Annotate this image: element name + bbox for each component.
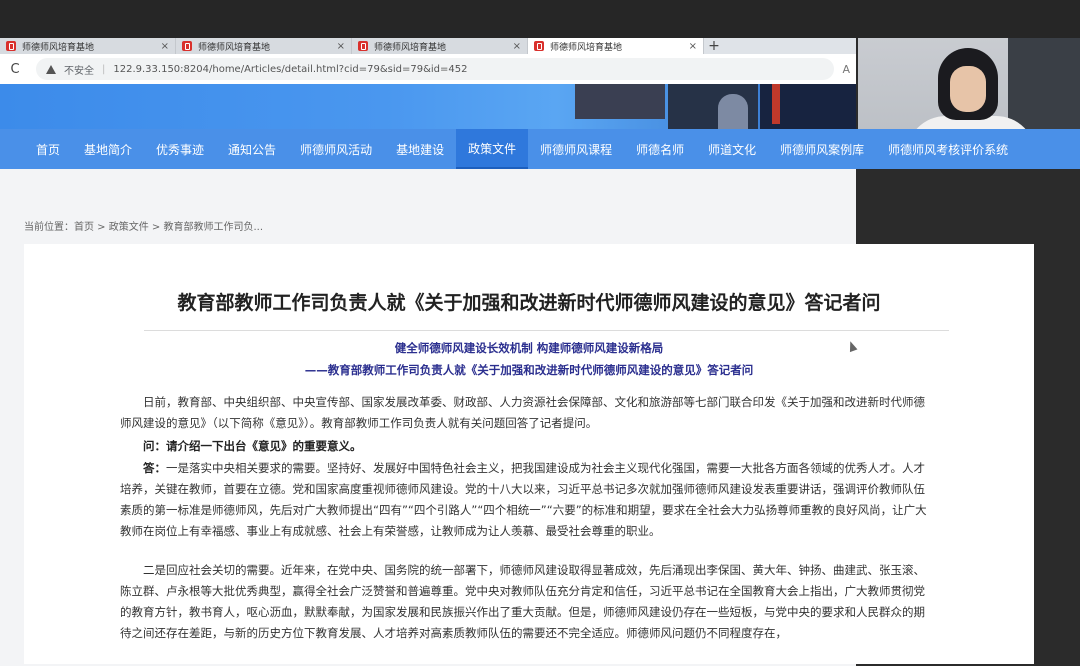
insecure-label: 不安全: [64, 65, 94, 77]
banner-photo: [575, 84, 665, 119]
nav-item-notices[interactable]: 通知公告: [216, 129, 288, 169]
browser-tab[interactable]: 师德师风培育基地 ×: [0, 38, 176, 54]
article-subtitle: 健全师德师风建设长效机制 构建师德师风建设新格局: [394, 341, 664, 355]
article-title: 教育部教师工作司负责人就《关于加强和改进新时代师德师风建设的意见》答记者问: [177, 292, 881, 314]
answer-paragraph: 答：一是落实中央相关要求的需要。坚持好、发展好中国特色社会主义，把我国建设成为社…: [120, 458, 932, 542]
main-nav: 首页 基地简介 优秀事迹 通知公告 师德师风活动 基地建设 政策文件 师德师风课…: [0, 129, 1080, 169]
site-favicon-icon: [182, 41, 192, 51]
question-heading: 问：请介绍一下出台《意见》的重要意义。: [120, 436, 932, 457]
answer-label: 答：: [143, 461, 166, 475]
close-icon[interactable]: ×: [337, 41, 345, 52]
nav-item-case-library[interactable]: 师德师风案例库: [768, 129, 876, 169]
nav-item-home[interactable]: 首页: [24, 129, 72, 169]
reload-icon[interactable]: C: [2, 62, 28, 77]
close-icon[interactable]: ×: [513, 41, 521, 52]
tab-title: 师德师风培育基地: [22, 42, 95, 53]
nav-item-excellent-deeds[interactable]: 优秀事迹: [144, 129, 216, 169]
browser-tab[interactable]: 师德师风培育基地 ×: [352, 38, 528, 54]
url-text[interactable]: 122.9.33.150:8204/home/Articles/detail.h…: [113, 64, 467, 75]
tab-title: 师德师风培育基地: [198, 42, 271, 53]
nav-item-activities[interactable]: 师德师风活动: [288, 129, 384, 169]
browser-tab[interactable]: 师德师风培育基地 ×: [176, 38, 352, 54]
nav-item-culture[interactable]: 师道文化: [696, 129, 768, 169]
site-favicon-icon: [6, 41, 16, 51]
url-field[interactable]: 不安全 | 122.9.33.150:8204/home/Articles/de…: [36, 58, 835, 80]
tab-strip: 师德师风培育基地 × 师德师风培育基地 × 师德师风培育基地 × 师德师风培育基…: [0, 38, 856, 54]
nav-item-base-building[interactable]: 基地建设: [384, 129, 456, 169]
article-subtitle-source: ——教育部教师工作司负责人就《关于加强和改进新时代师德师风建设的意见》答记者问: [304, 363, 754, 377]
new-tab-icon[interactable]: +: [704, 38, 724, 54]
article-paragraph: 日前，教育部、中央组织部、中央宣传部、国家发展改革委、财政部、人力资源社会保障部…: [120, 395, 925, 430]
article-paragraph: 二是回应社会关切的需要。近年来，在党中央、国务院的统一部署下，师德师风建设取得显…: [120, 563, 925, 640]
nav-item-intro[interactable]: 基地简介: [72, 129, 144, 169]
reader-mode-icon[interactable]: A: [842, 63, 850, 76]
title-divider: [144, 330, 949, 331]
breadcrumb: 当前位置：首页 > 政策文件 > 教育部教师工作司负...: [24, 222, 264, 233]
address-bar: C 不安全 | 122.9.33.150:8204/home/Articles/…: [0, 54, 856, 85]
nav-item-courses[interactable]: 师德师风课程: [528, 129, 624, 169]
site-favicon-icon: [534, 41, 544, 51]
browser-tab-active[interactable]: 师德师风培育基地 ×: [528, 38, 704, 54]
tab-title: 师德师风培育基地: [374, 42, 447, 53]
warning-icon: [46, 64, 56, 74]
question-text: 问：请介绍一下出台《意见》的重要意义。: [143, 439, 362, 453]
url-separator: |: [102, 63, 106, 75]
tab-title: 师德师风培育基地: [550, 42, 623, 53]
site-favicon-icon: [358, 41, 368, 51]
answer-text: 一是落实中央相关要求的需要。坚持好、发展好中国特色社会主义，把我国建设成为社会主…: [120, 461, 927, 538]
screen-top-bar: [0, 0, 1080, 38]
article-container: 教育部教师工作司负责人就《关于加强和改进新时代师德师风建设的意见》答记者问 健全…: [24, 244, 1034, 664]
close-icon[interactable]: ×: [689, 41, 697, 52]
nav-item-famous-teachers[interactable]: 师德名师: [624, 129, 696, 169]
nav-item-evaluation-system[interactable]: 师德师风考核评价系统: [876, 129, 1020, 169]
close-icon[interactable]: ×: [161, 41, 169, 52]
nav-item-policy-documents[interactable]: 政策文件: [456, 129, 529, 169]
